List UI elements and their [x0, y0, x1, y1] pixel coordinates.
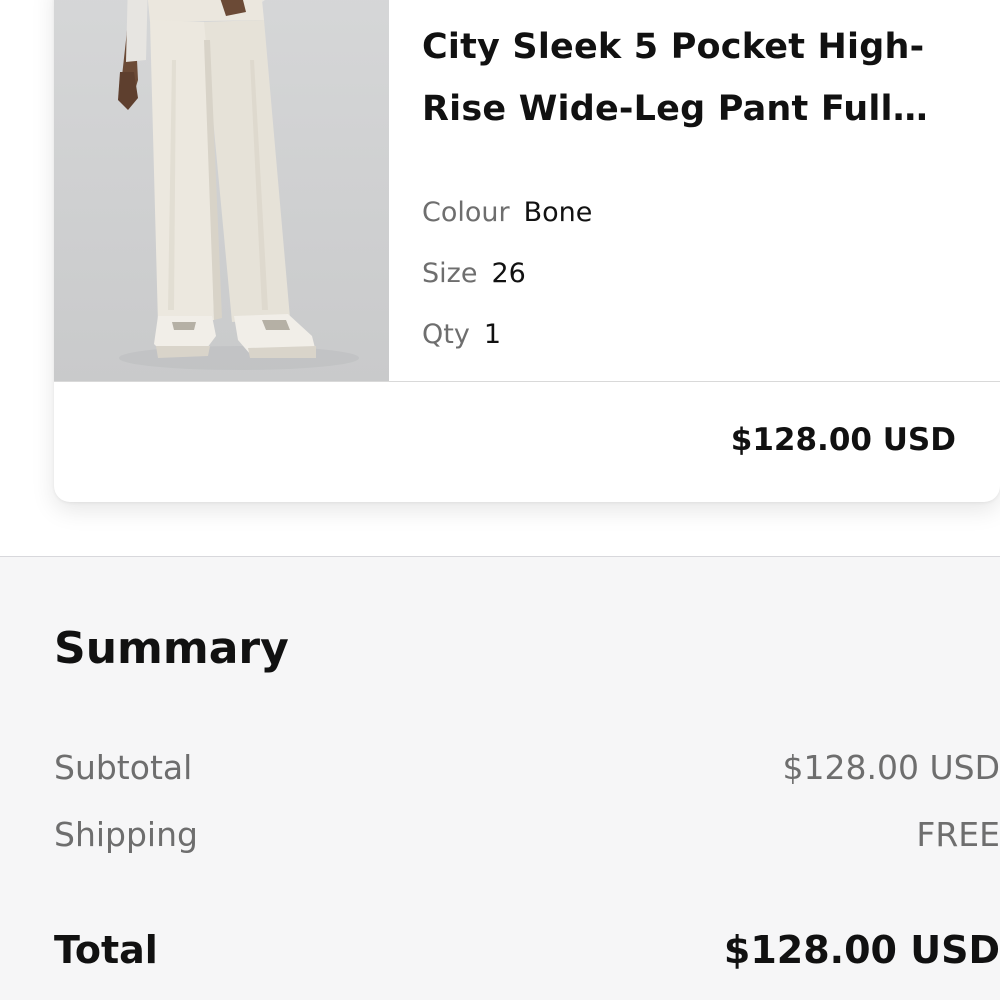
- colour-value: Bone: [523, 197, 593, 228]
- qty-value: 1: [483, 319, 502, 350]
- order-item-area: City Sleek 5 Pocket High-Rise Wide-Leg P…: [0, 0, 1000, 556]
- item-price: $128.00 USD: [730, 422, 956, 458]
- product-image[interactable]: [54, 0, 389, 381]
- total-row: Total $128.00 USD: [54, 928, 1000, 972]
- product-card[interactable]: City Sleek 5 Pocket High-Rise Wide-Leg P…: [54, 0, 1000, 502]
- size-label: Size: [422, 258, 478, 289]
- qty-row: Qty 1: [422, 318, 501, 352]
- colour-label: Colour: [422, 197, 510, 228]
- total-value: $128.00 USD: [723, 928, 1000, 972]
- product-photo-graphic: [118, 0, 359, 370]
- card-divider: [54, 381, 1000, 382]
- colour-row: Colour Bone: [422, 196, 592, 230]
- shipping-label: Shipping: [54, 815, 198, 854]
- shipping-row: Shipping FREE: [54, 815, 1000, 859]
- subtotal-value: $128.00 USD: [782, 748, 1000, 787]
- qty-label: Qty: [422, 319, 470, 350]
- size-value: 26: [491, 258, 526, 289]
- subtotal-label: Subtotal: [54, 748, 193, 787]
- shipping-value: FREE: [916, 815, 1000, 854]
- size-row: Size 26: [422, 257, 526, 291]
- summary-title: Summary: [54, 623, 289, 674]
- total-label: Total: [54, 928, 158, 972]
- subtotal-row: Subtotal $128.00 USD: [54, 748, 1000, 792]
- product-title[interactable]: City Sleek 5 Pocket High-Rise Wide-Leg P…: [422, 16, 982, 140]
- order-summary: Summary Subtotal $128.00 USD Shipping FR…: [0, 557, 1000, 1000]
